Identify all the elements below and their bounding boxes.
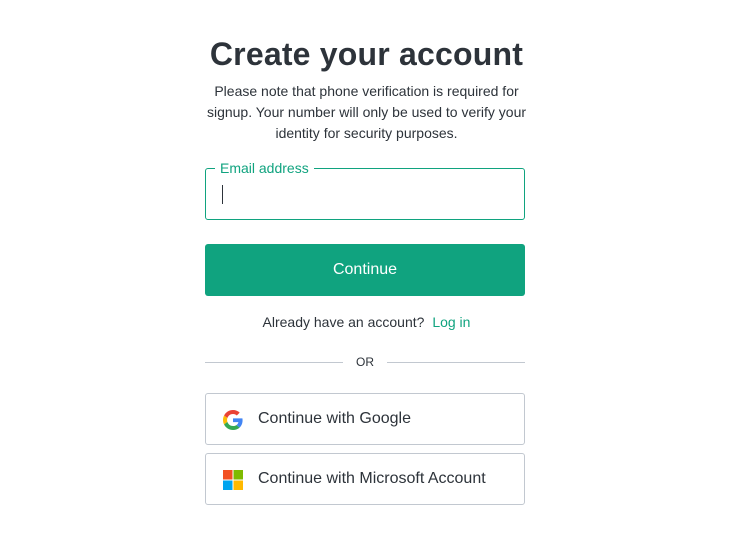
email-field-container[interactable]: Email address <box>205 159 525 220</box>
continue-with-microsoft-button[interactable]: Continue with Microsoft Account <box>205 453 525 505</box>
continue-with-google-button[interactable]: Continue with Google <box>205 393 525 445</box>
or-divider: OR <box>205 352 525 372</box>
text-cursor <box>222 185 223 204</box>
google-button-label: Continue with Google <box>258 410 411 427</box>
signup-page: Create your account Please note that pho… <box>0 0 733 543</box>
microsoft-button-label: Continue with Microsoft Account <box>258 470 486 487</box>
page-title: Create your account <box>209 36 524 72</box>
email-input[interactable] <box>206 169 524 219</box>
divider-line-right <box>387 362 525 363</box>
login-prompt-text: Already have an account? <box>262 314 425 330</box>
continue-button[interactable]: Continue <box>205 244 525 296</box>
google-logo-icon <box>223 410 243 430</box>
phone-verification-notice: Please note that phone verification is r… <box>206 83 527 141</box>
login-prompt-row: Already have an account? Log in <box>0 312 733 332</box>
login-link[interactable]: Log in <box>432 314 470 330</box>
microsoft-logo-icon <box>223 470 243 490</box>
